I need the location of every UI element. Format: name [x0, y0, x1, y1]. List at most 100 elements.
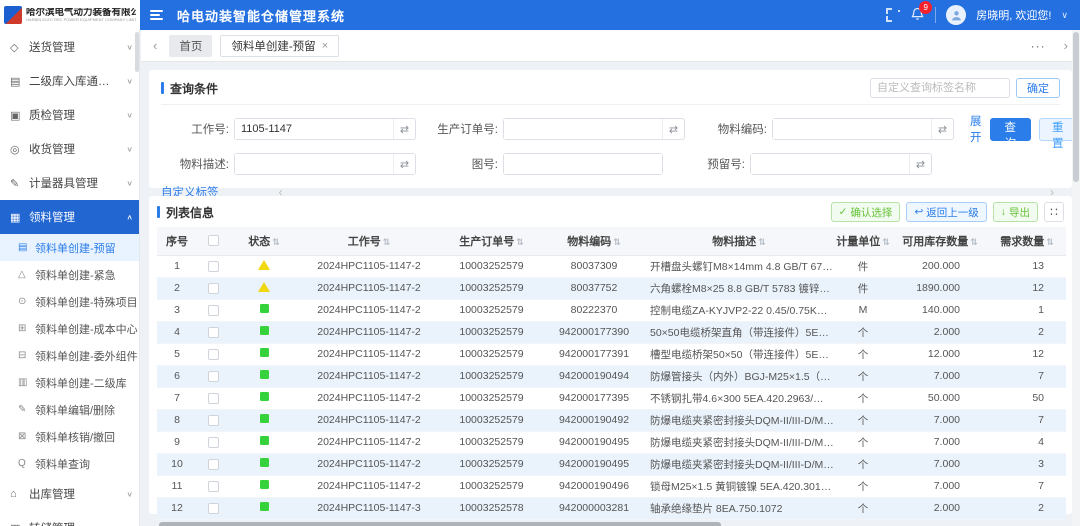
- sidebar-subitem[interactable]: ▥领料单创建-二级库: [0, 369, 139, 396]
- table-row[interactable]: 62024HPC1105-1147-2100032525799420001904…: [157, 365, 1066, 387]
- column-header[interactable]: 物料描述⇅: [644, 227, 834, 255]
- user-avatar[interactable]: [946, 5, 966, 25]
- sidebar-item[interactable]: ◇送货管理∨: [0, 30, 139, 64]
- sidebar-subitem[interactable]: Q领料单查询: [0, 450, 139, 477]
- sidebar-subitem[interactable]: ⊠领料单核销/撤回: [0, 423, 139, 450]
- table-row[interactable]: 92024HPC1105-1147-2100032525799420001904…: [157, 431, 1066, 453]
- sidebar-item[interactable]: ◎收货管理∨: [0, 132, 139, 166]
- row-checkbox[interactable]: [208, 283, 219, 294]
- row-checkbox[interactable]: [208, 305, 219, 316]
- multi-select-icon[interactable]: ⇄: [662, 119, 684, 139]
- sidebar-item[interactable]: ✎计量器具管理∨: [0, 166, 139, 200]
- select-all-checkbox[interactable]: [208, 235, 219, 246]
- column-header[interactable]: 需求数量⇅: [988, 227, 1066, 255]
- multi-select-icon[interactable]: ⇄: [909, 154, 931, 174]
- column-header[interactable]: 计量单位⇅: [834, 227, 892, 255]
- row-checkbox[interactable]: [208, 371, 219, 382]
- table-row[interactable]: 22024HPC1105-1147-21000325257980037752六角…: [157, 277, 1066, 299]
- status-ok-icon: [260, 502, 269, 511]
- user-greeting[interactable]: 房晓明, 欢迎您!: [976, 7, 1051, 23]
- table-row[interactable]: 122024HPC1105-1147-310003252578942000003…: [157, 497, 1066, 519]
- sidebar-subitem[interactable]: ✎领料单编辑/删除: [0, 396, 139, 423]
- row-checkbox[interactable]: [208, 327, 219, 338]
- sort-icon[interactable]: ⇅: [383, 237, 391, 247]
- search-button[interactable]: 查询: [990, 118, 1032, 141]
- page-scrollbar[interactable]: [1073, 32, 1079, 182]
- table-row[interactable]: 82024HPC1105-1147-2100032525799420001904…: [157, 409, 1066, 431]
- sidebar-subitem[interactable]: ⊙领料单创建-特殊项目: [0, 288, 139, 315]
- horizontal-scrollbar[interactable]: [159, 522, 721, 526]
- sidebar-scrollbar[interactable]: [135, 32, 139, 72]
- sidebar-item[interactable]: ▦领料管理∧: [0, 200, 139, 234]
- sidebar-subitem[interactable]: ⊞领料单创建-成本中心: [0, 315, 139, 342]
- tabs-forward-icon[interactable]: ›: [1060, 38, 1072, 53]
- row-checkbox[interactable]: [208, 415, 219, 426]
- 确认选择-button[interactable]: ✓确认选择: [831, 202, 901, 222]
- column-header[interactable]: 生产订单号⇅: [439, 227, 544, 255]
- menu-collapse-icon[interactable]: [150, 10, 163, 20]
- column-label: 需求数量: [1000, 236, 1044, 248]
- sidebar-subitem[interactable]: △领料单创建-紧急: [0, 261, 139, 288]
- sidebar-item[interactable]: ⌂出库管理∨: [0, 477, 139, 511]
- column-header[interactable]: 状态⇅: [229, 227, 299, 255]
- cell-material-code: 942000177391: [544, 343, 644, 365]
- multi-select-icon[interactable]: ⇄: [393, 119, 415, 139]
- sort-icon[interactable]: ⇅: [1046, 237, 1054, 247]
- reset-button[interactable]: 重置: [1039, 118, 1077, 141]
- chevron-down-icon[interactable]: ∨: [1061, 10, 1068, 21]
- row-checkbox[interactable]: [208, 503, 219, 514]
- field-input[interactable]: [751, 154, 909, 174]
- tab-close-icon[interactable]: ×: [322, 40, 328, 52]
- sidebar-item[interactable]: ▤二级库入库通知单∨: [0, 64, 139, 98]
- row-checkbox[interactable]: [208, 261, 219, 272]
- sort-icon[interactable]: ⇅: [272, 237, 280, 247]
- field-input[interactable]: [773, 119, 931, 139]
- row-checkbox[interactable]: [208, 437, 219, 448]
- multi-select-icon[interactable]: ⇄: [393, 154, 415, 174]
- table-row[interactable]: 12024HPC1105-1147-21000325257980037309开槽…: [157, 255, 1066, 277]
- cell-material-code: 942000177390: [544, 321, 644, 343]
- column-settings-icon[interactable]: ∷: [1044, 202, 1064, 222]
- field-input[interactable]: [504, 119, 662, 139]
- tabs-more-button[interactable]: ···: [1025, 39, 1052, 53]
- table-row[interactable]: 112024HPC1105-1147-210003252579942000190…: [157, 475, 1066, 497]
- sort-icon[interactable]: ⇅: [516, 237, 524, 247]
- table-row[interactable]: 42024HPC1105-1147-2100032525799420001773…: [157, 321, 1066, 343]
- tabs-back-icon[interactable]: ‹: [149, 38, 161, 53]
- tab-active[interactable]: 领料单创建-预留×: [220, 35, 339, 57]
- 导出-button[interactable]: ↓导出: [993, 202, 1038, 222]
- sort-icon[interactable]: ⇅: [613, 237, 621, 247]
- field-input[interactable]: [235, 154, 393, 174]
- fullscreen-icon[interactable]: [886, 8, 900, 22]
- column-header[interactable]: 物料编码⇅: [544, 227, 644, 255]
- field-input[interactable]: [235, 119, 393, 139]
- table-row[interactable]: 52024HPC1105-1147-2100032525799420001773…: [157, 343, 1066, 365]
- notification-bell[interactable]: 9: [910, 6, 925, 24]
- sidebar-item[interactable]: ▥转储管理∨: [0, 511, 139, 526]
- row-checkbox[interactable]: [208, 459, 219, 470]
- 返回上一级-button[interactable]: ↩返回上一级: [906, 202, 986, 222]
- table-row[interactable]: 72024HPC1105-1147-2100032525799420001773…: [157, 387, 1066, 409]
- sort-icon[interactable]: ⇅: [882, 237, 890, 247]
- table-row[interactable]: 102024HPC1105-1147-210003252579942000190…: [157, 453, 1066, 475]
- table-row[interactable]: 32024HPC1105-1147-21000325257980222370控制…: [157, 299, 1066, 321]
- expand-link[interactable]: 展开: [970, 113, 982, 145]
- field-input[interactable]: [504, 154, 662, 174]
- sidebar-item-label: 收货管理: [29, 141, 120, 157]
- row-checkbox[interactable]: [208, 481, 219, 492]
- tab-item[interactable]: 首页: [169, 35, 212, 57]
- sidebar-subitem[interactable]: ⊟领料单创建-委外组件: [0, 342, 139, 369]
- row-checkbox[interactable]: [208, 349, 219, 360]
- sort-icon[interactable]: ⇅: [758, 237, 766, 247]
- custom-tag-name-input[interactable]: [870, 78, 1010, 98]
- sidebar-menu: ◇送货管理∨▤二级库入库通知单∨▣质检管理∨◎收货管理∨✎计量器具管理∨▦领料管…: [0, 30, 139, 526]
- sort-icon[interactable]: ⇅: [970, 237, 978, 247]
- column-header[interactable]: 工作号⇅: [299, 227, 439, 255]
- sidebar-item[interactable]: ▣质检管理∨: [0, 98, 139, 132]
- column-header[interactable]: 可用库存数量⇅: [892, 227, 988, 255]
- sidebar-subitem[interactable]: ▤领料单创建-预留: [0, 234, 139, 261]
- row-checkbox[interactable]: [208, 393, 219, 404]
- confirm-tag-button[interactable]: 确定: [1016, 78, 1060, 98]
- multi-select-icon[interactable]: ⇄: [931, 119, 953, 139]
- cell-stock: 7.000: [892, 409, 988, 431]
